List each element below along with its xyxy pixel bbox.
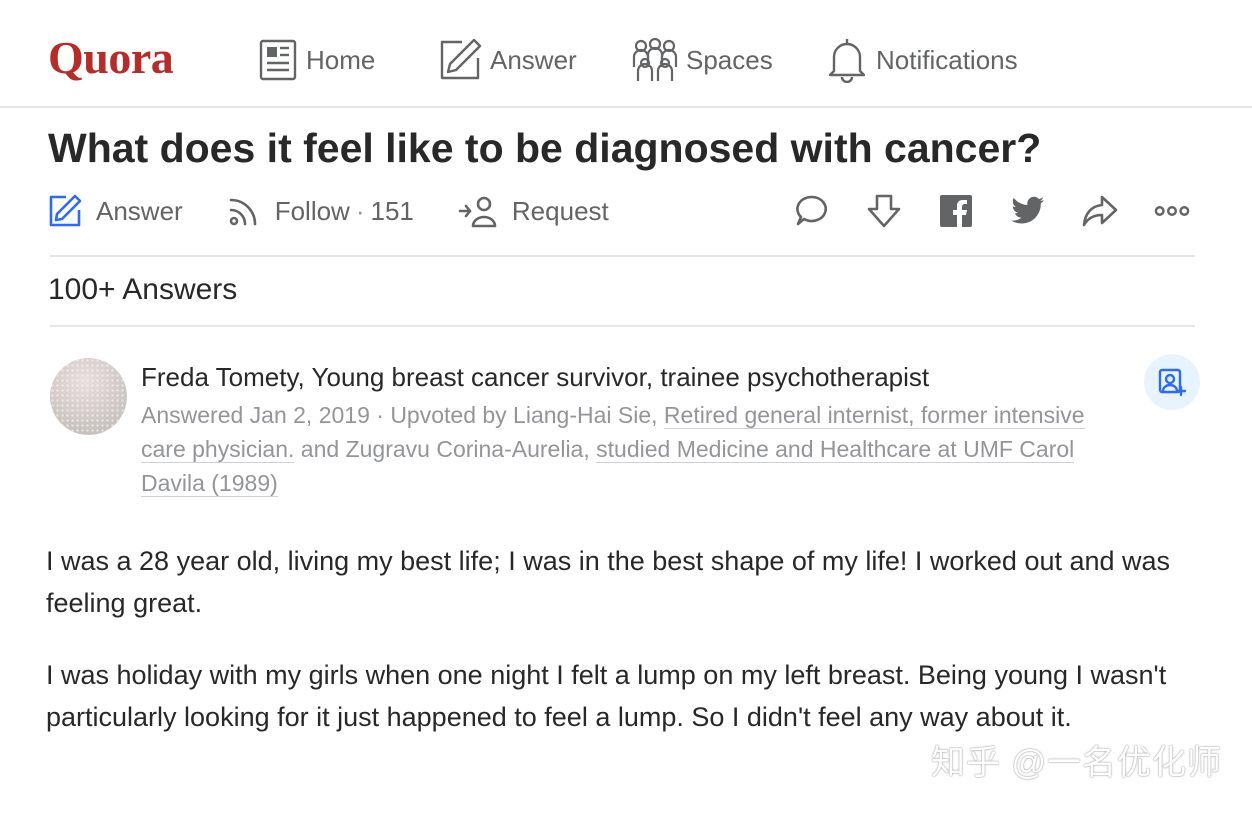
nav-notifications[interactable]: Notifications xyxy=(826,36,1018,84)
follow-separator: · xyxy=(355,195,365,226)
answer-paragraph: I was holiday with my girls when one nig… xyxy=(46,660,1167,732)
question-title[interactable]: What does it feel like to be diagnosed w… xyxy=(48,122,1041,174)
answered-date-upvoter: Answered Jan 2, 2019 · Upvoted by Liang-… xyxy=(141,402,664,428)
nav-home[interactable]: Home xyxy=(258,36,375,84)
more-options-button[interactable] xyxy=(1154,193,1190,229)
nav-spaces-label: Spaces xyxy=(686,44,773,75)
watermark: 知乎 @一名优化师 xyxy=(931,744,1222,782)
answers-count: 100+ Answers xyxy=(48,273,238,306)
request-button[interactable]: Request xyxy=(458,194,609,228)
rss-icon xyxy=(229,198,257,226)
divider xyxy=(50,255,1195,257)
more-icon xyxy=(1154,205,1190,217)
twitter-share-button[interactable] xyxy=(1010,193,1046,229)
pencil-icon xyxy=(49,194,82,227)
author-name-credential[interactable]: Freda Tomety, Young breast cancer surviv… xyxy=(141,360,929,394)
question-actions: Answer Follow · 151 Request xyxy=(48,186,653,236)
nav-answer-label: Answer xyxy=(490,44,577,75)
nav-notifications-label: Notifications xyxy=(876,44,1018,75)
follow-author-button[interactable] xyxy=(1144,354,1200,410)
follow-button-label: Follow xyxy=(274,195,350,226)
nav-home-label: Home xyxy=(306,44,376,75)
follow-button[interactable]: Follow · 151 xyxy=(227,194,414,228)
nav-spaces[interactable]: Spaces xyxy=(632,36,773,84)
downvote-button[interactable] xyxy=(866,193,902,229)
bell-icon xyxy=(828,39,866,83)
request-button-label: Request xyxy=(511,195,609,226)
home-icon xyxy=(259,39,297,81)
share-icon xyxy=(1082,195,1118,227)
answer-button-label: Answer xyxy=(96,195,183,226)
author-avatar[interactable] xyxy=(50,358,127,435)
facebook-icon xyxy=(940,195,972,227)
nav-answer[interactable]: Answer xyxy=(438,36,577,84)
downvote-icon xyxy=(867,194,901,228)
follow-count: 151 xyxy=(370,195,414,226)
twitter-icon xyxy=(1011,196,1044,224)
add-person-icon xyxy=(1158,368,1187,397)
comment-button[interactable] xyxy=(794,193,830,229)
question-right-actions xyxy=(758,186,1190,236)
upvoter-second: and Zugravu Corina-Aurelia, xyxy=(294,436,597,462)
answer-meta: Answered Jan 2, 2019 · Upvoted by Liang-… xyxy=(141,398,1131,500)
pencil-square-icon xyxy=(440,38,482,80)
top-navbar: Quora Home Answer Spaces Notifications xyxy=(0,0,1252,108)
facebook-share-button[interactable] xyxy=(938,193,974,229)
share-button[interactable] xyxy=(1082,193,1118,229)
answer-button[interactable]: Answer xyxy=(48,194,183,228)
answer-paragraph: I was a 28 year old, living my best life… xyxy=(46,546,1171,618)
comment-icon xyxy=(796,195,828,226)
people-group-icon xyxy=(632,37,678,81)
divider xyxy=(50,325,1195,327)
quora-logo[interactable]: Quora xyxy=(48,30,174,86)
request-person-icon xyxy=(458,196,497,228)
